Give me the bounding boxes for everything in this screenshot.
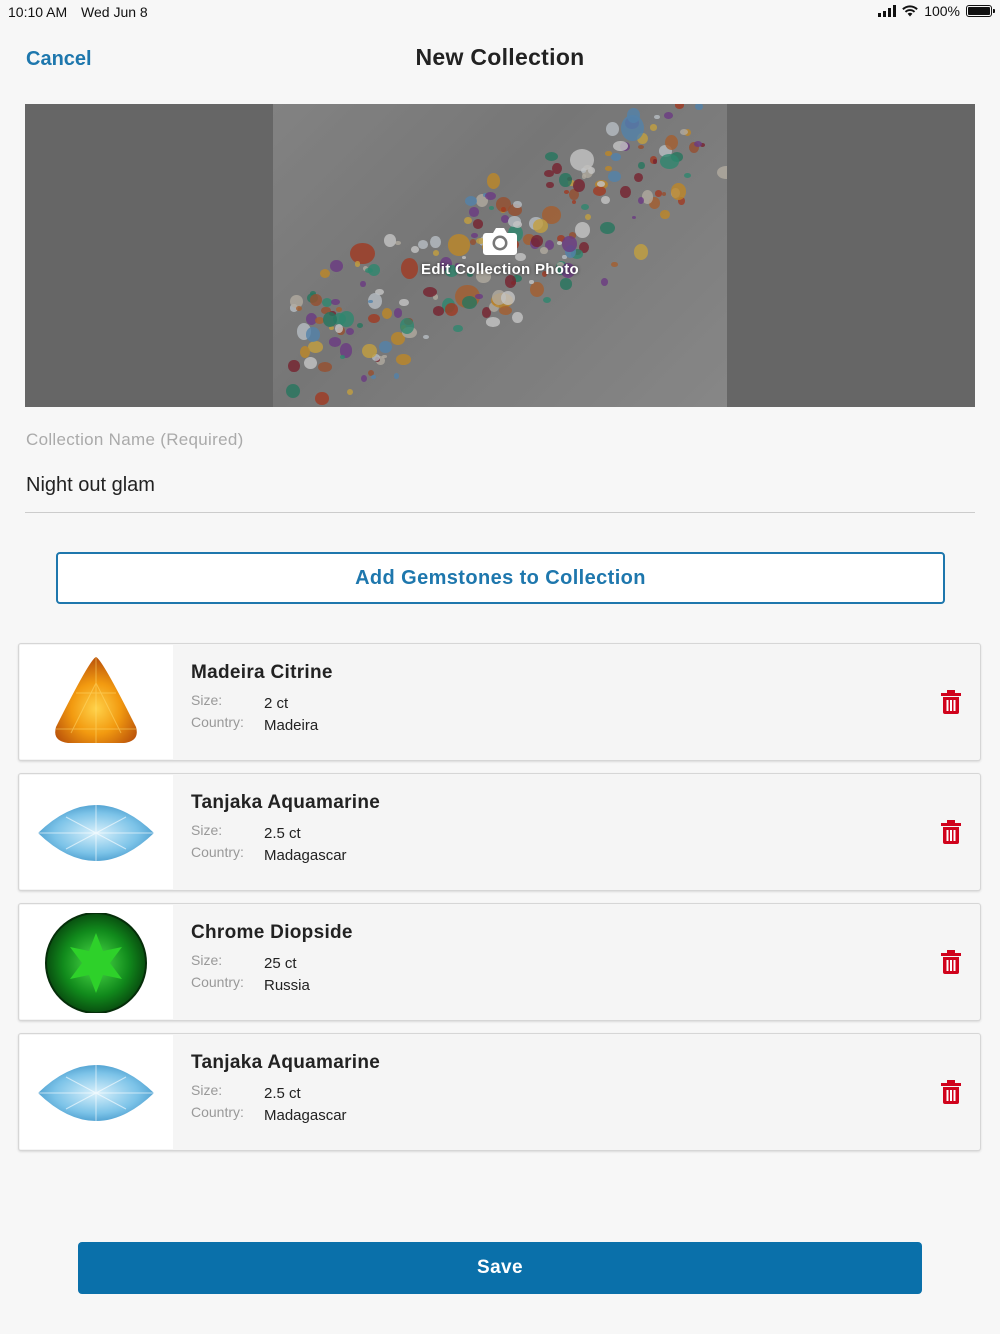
cellular-signal-icon <box>878 5 897 17</box>
status-time: 10:10 AM <box>8 4 68 20</box>
gem-card[interactable]: Madeira Citrine Size: 2 ct Country: Made… <box>18 643 981 761</box>
country-value: Russia <box>264 977 310 994</box>
battery-percent: 100% <box>924 3 960 19</box>
gem-thumbnail <box>20 1035 173 1149</box>
country-value: Madeira <box>264 717 319 734</box>
trash-icon[interactable] <box>941 690 961 714</box>
country-label: Country: <box>191 974 244 990</box>
wifi-icon <box>902 5 918 17</box>
status-right: 100% <box>878 3 995 19</box>
aquamarine-gem-icon <box>38 805 154 861</box>
size-label: Size: <box>191 692 223 708</box>
collection-photo[interactable]: Edit Collection Photo <box>25 104 975 407</box>
gem-thumbnail <box>20 775 173 889</box>
gem-card[interactable]: Tanjaka Aquamarine Size: 2.5 ct Country:… <box>18 1033 981 1151</box>
gem-name: Madeira Citrine <box>191 662 333 683</box>
country-label: Country: <box>191 714 244 730</box>
country-value: Madagascar <box>264 847 347 864</box>
status-bar: 10:10 AM Wed Jun 8 100% <box>0 0 1000 26</box>
size-label: Size: <box>191 952 223 968</box>
size-label: Size: <box>191 822 223 838</box>
edit-photo-label[interactable]: Edit Collection Photo <box>25 261 975 278</box>
collection-name-label: Collection Name (Required) <box>26 430 244 449</box>
collection-name-field[interactable] <box>26 466 974 504</box>
gem-card[interactable]: Chrome Diopside Size: 25 ct Country: Rus… <box>18 903 981 1021</box>
country-label: Country: <box>191 844 244 860</box>
gem-thumbnail <box>20 645 173 759</box>
add-gemstones-button[interactable]: Add Gemstones to Collection <box>56 552 945 604</box>
status-left: 10:10 AM Wed Jun 8 <box>8 4 158 20</box>
country-label: Country: <box>191 1104 244 1120</box>
gem-name: Tanjaka Aquamarine <box>191 792 381 813</box>
size-value: 2 ct <box>264 695 289 712</box>
country-value: Madagascar <box>264 1107 347 1124</box>
trash-icon[interactable] <box>941 1080 961 1104</box>
size-value: 2.5 ct <box>264 1085 301 1102</box>
citrine-gem-icon <box>55 657 137 743</box>
trash-icon[interactable] <box>941 950 961 974</box>
size-value: 2.5 ct <box>264 825 301 842</box>
nav-bar: Cancel New Collection <box>0 40 1000 80</box>
aquamarine-gem-icon <box>38 1065 154 1121</box>
save-button[interactable]: Save <box>78 1242 922 1294</box>
gem-card[interactable]: Tanjaka Aquamarine Size: 2.5 ct Country:… <box>18 773 981 891</box>
battery-icon <box>966 5 995 17</box>
gem-name: Tanjaka Aquamarine <box>191 1052 381 1073</box>
gem-thumbnail <box>20 905 173 1019</box>
camera-icon[interactable] <box>482 226 518 256</box>
size-value: 25 ct <box>264 955 297 972</box>
name-field-underline <box>25 512 975 513</box>
diopside-gem-icon <box>45 913 147 1013</box>
gem-name: Chrome Diopside <box>191 922 353 943</box>
trash-icon[interactable] <box>941 820 961 844</box>
size-label: Size: <box>191 1082 223 1098</box>
status-date: Wed Jun 8 <box>81 4 148 20</box>
page-title: New Collection <box>415 44 585 70</box>
